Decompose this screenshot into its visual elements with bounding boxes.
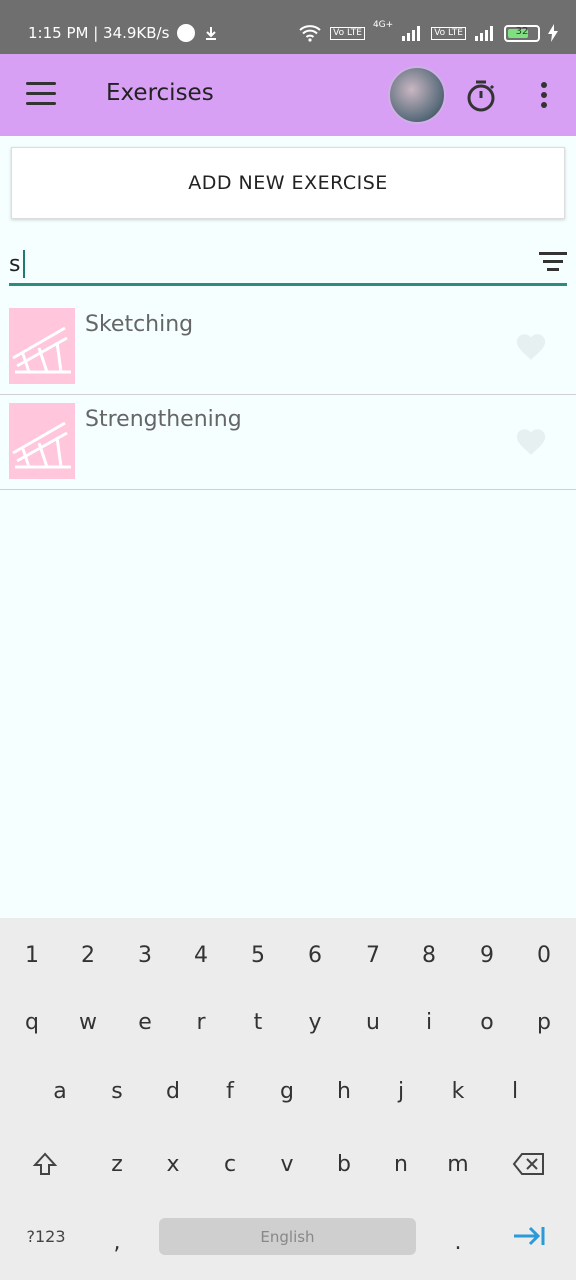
exercise-name: Sketching <box>85 312 194 337</box>
hamburger-menu-icon[interactable] <box>26 82 56 108</box>
keyboard-row-3: z x c v b n m <box>0 1140 576 1188</box>
soft-keyboard: 1 2 3 4 5 6 7 8 9 0 q w e r t y u i o p … <box>0 918 576 1280</box>
exercise-machine-icon <box>9 403 75 479</box>
exercise-name: Strengthening <box>85 407 242 432</box>
key-y[interactable]: y <box>291 998 339 1046</box>
key-r[interactable]: r <box>177 998 225 1046</box>
download-icon <box>203 25 219 41</box>
space-key[interactable]: English <box>159 1218 416 1255</box>
stopwatch-icon[interactable] <box>466 80 496 112</box>
key-l[interactable]: l <box>491 1067 539 1115</box>
favorite-icon[interactable] <box>514 330 548 364</box>
period-key[interactable]: . <box>434 1218 482 1266</box>
key-6[interactable]: 6 <box>291 931 339 979</box>
key-h[interactable]: h <box>320 1067 368 1115</box>
app-notification-icon <box>177 24 196 42</box>
comma-key[interactable]: , <box>93 1218 141 1266</box>
key-w[interactable]: w <box>64 998 112 1046</box>
key-i[interactable]: i <box>405 998 453 1046</box>
exercise-machine-icon <box>9 308 75 384</box>
battery-level: 32 <box>515 25 529 37</box>
key-b[interactable]: b <box>320 1140 368 1188</box>
search-input[interactable] <box>9 248 519 280</box>
key-f[interactable]: f <box>206 1067 254 1115</box>
status-time-speed: 1:15 PM | 34.9KB/s <box>28 24 170 42</box>
page-title: Exercises <box>106 80 214 106</box>
status-bar: 1:15 PM | 34.9KB/s Vo LTE 4G+ Vo LTE 32 <box>0 0 576 54</box>
key-a[interactable]: a <box>36 1067 84 1115</box>
key-q[interactable]: q <box>8 998 56 1046</box>
symbols-key[interactable]: ?123 <box>22 1212 70 1260</box>
status-left: 1:15 PM | 34.9KB/s <box>28 24 219 42</box>
key-m[interactable]: m <box>434 1140 482 1188</box>
key-e[interactable]: e <box>121 998 169 1046</box>
shift-arrow-icon[interactable] <box>21 1140 69 1188</box>
key-4[interactable]: 4 <box>177 931 225 979</box>
keyboard-number-row: 1 2 3 4 5 6 7 8 9 0 <box>0 931 576 979</box>
key-k[interactable]: k <box>434 1067 482 1115</box>
wifi-icon <box>298 24 322 42</box>
filter-icon[interactable] <box>539 252 567 276</box>
key-x[interactable]: x <box>149 1140 197 1188</box>
signal-icon-2 <box>474 25 496 41</box>
network-type-label: 4G+ <box>372 20 394 30</box>
battery-icon: 32 <box>504 24 540 42</box>
favorite-icon[interactable] <box>514 425 548 459</box>
key-3[interactable]: 3 <box>121 931 169 979</box>
charging-icon <box>548 24 558 42</box>
key-1[interactable]: 1 <box>8 931 56 979</box>
tab-arrow-icon[interactable] <box>505 1212 553 1260</box>
key-7[interactable]: 7 <box>349 931 397 979</box>
key-2[interactable]: 2 <box>64 931 112 979</box>
key-c[interactable]: c <box>206 1140 254 1188</box>
avatar[interactable] <box>388 66 446 124</box>
search-bar <box>9 242 567 286</box>
key-o[interactable]: o <box>463 998 511 1046</box>
key-8[interactable]: 8 <box>405 931 453 979</box>
key-z[interactable]: z <box>93 1140 141 1188</box>
key-u[interactable]: u <box>349 998 397 1046</box>
key-p[interactable]: p <box>520 998 568 1046</box>
key-g[interactable]: g <box>263 1067 311 1115</box>
key-t[interactable]: t <box>234 998 282 1046</box>
backspace-icon[interactable] <box>505 1140 553 1188</box>
keyboard-row-2: a s d f g h j k l <box>0 1067 576 1115</box>
key-d[interactable]: d <box>149 1067 197 1115</box>
key-s[interactable]: s <box>93 1067 141 1115</box>
more-vert-icon[interactable] <box>538 82 550 110</box>
key-v[interactable]: v <box>263 1140 311 1188</box>
volte-badge-2: Vo LTE <box>431 26 466 40</box>
key-5[interactable]: 5 <box>234 931 282 979</box>
app-bar: Exercises <box>0 54 576 136</box>
add-new-exercise-button[interactable]: ADD NEW EXERCISE <box>11 147 565 219</box>
text-caret <box>23 250 25 278</box>
exercise-list: Sketching Strengthening <box>0 300 576 490</box>
key-0[interactable]: 0 <box>520 931 568 979</box>
list-item[interactable]: Strengthening <box>0 395 576 490</box>
key-j[interactable]: j <box>377 1067 425 1115</box>
volte-badge-1: Vo LTE <box>330 26 365 40</box>
list-item[interactable]: Sketching <box>0 300 576 395</box>
status-right: Vo LTE 4G+ Vo LTE 32 <box>298 20 558 42</box>
signal-icon-1 <box>401 25 423 41</box>
key-9[interactable]: 9 <box>463 931 511 979</box>
keyboard-row-1: q w e r t y u i o p <box>0 998 576 1046</box>
key-n[interactable]: n <box>377 1140 425 1188</box>
